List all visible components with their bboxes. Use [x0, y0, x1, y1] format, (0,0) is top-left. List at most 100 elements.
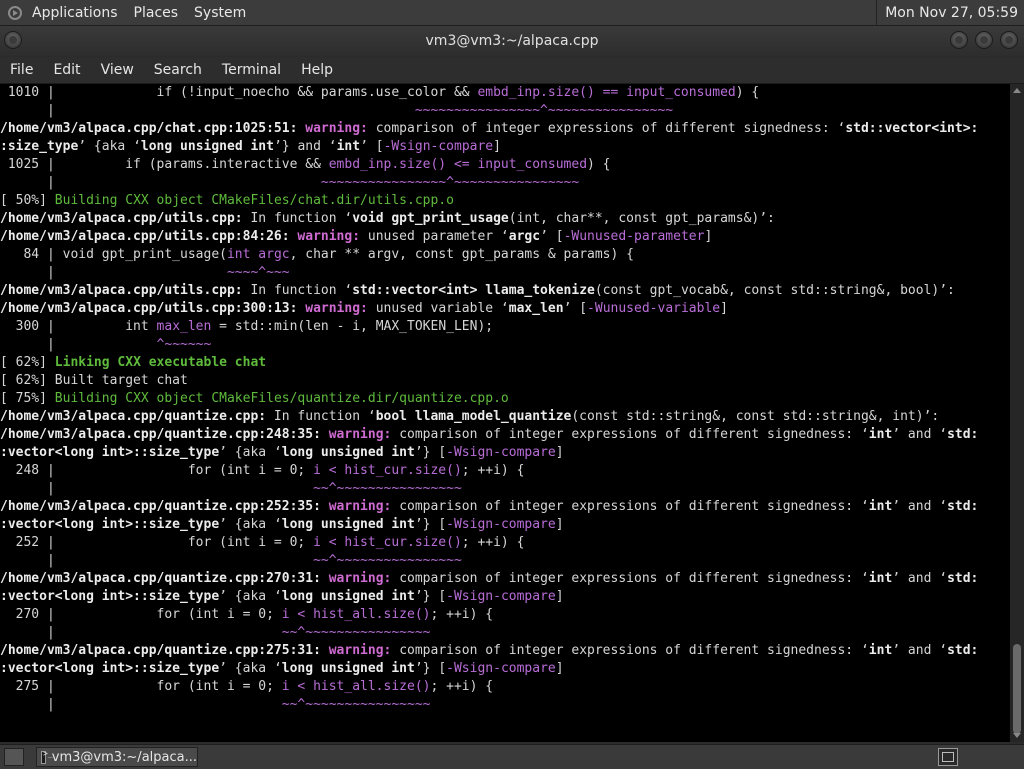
terminal-text: ) { [735, 85, 760, 100]
terminal-line: :vector<long int>::size_type’ {aka ‘long… [0, 444, 1010, 462]
terminal-text: | [0, 103, 415, 118]
terminal-text: /home/vm3/alpaca.cpp/quantize.cpp:275:31… [0, 643, 329, 658]
terminal-text: int [868, 499, 893, 514]
terminal-line: 1010 | if (!input_noecho && params.use_c… [0, 84, 1010, 102]
window-title: vm3@vm3:~/alpaca.cpp [425, 33, 599, 49]
terminal-text: i < hist_cur.size() [313, 535, 462, 550]
menu-help[interactable]: Help [291, 57, 343, 83]
menu-file[interactable]: File [0, 57, 43, 83]
terminal-text: | [0, 697, 282, 712]
workspace-switcher-icon[interactable] [938, 748, 958, 766]
terminal-text: warning: [328, 427, 400, 442]
terminal-text: ] [555, 517, 564, 532]
terminal-text: -Wsign-compare [446, 661, 556, 676]
terminal-text: max_len [156, 319, 212, 334]
terminal-text: warning: [328, 571, 400, 586]
terminal-text: ’ {aka ‘ [219, 589, 282, 604]
terminal-text: Linking CXX executable chat [54, 355, 267, 370]
terminal-line: | ~~~~^~~~ [0, 264, 1010, 282]
terminal-text: [ 62%] Built target chat [0, 373, 188, 388]
terminal-text: long unsigned int [281, 517, 415, 532]
window-menu-icon[interactable] [4, 31, 22, 49]
terminal-text: ’ and ‘ [892, 571, 948, 586]
scroll-down-icon[interactable] [1013, 733, 1021, 738]
terminal-line: [ 62%] Built target chat [0, 372, 1010, 390]
terminal-text: bool llama_model_quantize [375, 409, 572, 424]
terminal-text: , char ** argv, const gpt_params & param… [289, 247, 634, 262]
menu-search[interactable]: Search [144, 57, 212, 83]
terminal-text: /home/vm3/alpaca.cpp/utils.cpp: [0, 211, 243, 226]
terminal-icon [41, 749, 52, 764]
terminal-text: In function ‘ [242, 283, 353, 298]
terminal-text: ’ and ‘ [892, 643, 948, 658]
terminal-text: std: [947, 571, 979, 586]
taskbar-label: vm3@vm3:~/alpaca... [51, 749, 197, 765]
terminal-text: /home/vm3/alpaca.cpp/quantize.cpp:252:35… [0, 499, 329, 514]
terminal-text: warning: [328, 499, 400, 514]
menu-edit[interactable]: Edit [43, 57, 90, 83]
terminal-text: comparison of integer expressions of dif… [375, 121, 846, 136]
terminal-text: std: [947, 427, 979, 442]
terminal-text: comparison of integer expressions of dif… [399, 499, 869, 514]
terminal-text: int [868, 643, 893, 658]
terminal-text: ~~~~~~~~~~~~~~~~^~~~~~~~~~~~~~~~~ [414, 103, 674, 118]
menu-view[interactable]: View [91, 57, 144, 83]
terminal-scrollbar[interactable] [1010, 84, 1024, 742]
terminal-text: int [868, 571, 893, 586]
terminal-line: /home/vm3/alpaca.cpp/utils.cpp:84:26: wa… [0, 228, 1010, 246]
maximize-icon[interactable] [975, 31, 993, 49]
terminal-text: max_len [508, 301, 564, 316]
terminal-text: (const gpt_vocab&, const std::string&, b… [594, 283, 955, 298]
terminal-text: ~~^~~~~~~~~~~~~~~~~ [313, 481, 462, 496]
terminal-text: Building CXX object CMakeFiles/chat.dir/… [54, 193, 454, 208]
terminal-text: std::vector<int>: [845, 121, 979, 136]
menu-applications[interactable]: Applications [24, 0, 126, 25]
terminal-text: ~~^~~~~~~~~~~~~~~~~ [313, 553, 462, 568]
terminal-text: unused parameter ‘ [367, 229, 509, 244]
terminal-text: embd_inp.size() == input_consumed [477, 85, 736, 100]
terminal-line: | ~~^~~~~~~~~~~~~~~~~ [0, 696, 1010, 714]
terminal-line: 300 | int max_len = std::min(len - i, MA… [0, 318, 1010, 336]
taskbar-terminal-button[interactable]: vm3@vm3:~/alpaca... [36, 747, 198, 767]
terminal-line: 248 | for (int i = 0; i < hist_cur.size(… [0, 462, 1010, 480]
terminal-text: warning: [305, 121, 376, 136]
terminal-text: :size_type [0, 139, 79, 154]
terminal-line: /home/vm3/alpaca.cpp/quantize.cpp:248:35… [0, 426, 1010, 444]
close-icon[interactable] [1000, 31, 1018, 49]
terminal-text: :vector<long int>::size_type [0, 589, 220, 604]
menu-terminal[interactable]: Terminal [212, 57, 291, 83]
terminal-text: | [0, 337, 157, 352]
terminal-text: ~~~~^~~~ [226, 265, 290, 280]
terminal-line: /home/vm3/alpaca.cpp/utils.cpp: In funct… [0, 282, 1010, 300]
scroll-thumb[interactable] [1013, 644, 1021, 734]
terminal-text: -Wsign-compare [446, 589, 556, 604]
show-desktop-button[interactable] [4, 748, 24, 766]
terminal-text: ) { [587, 157, 611, 172]
terminal-text: /home/vm3/alpaca.cpp/quantize.cpp: [0, 409, 267, 424]
terminal-text: ] [493, 139, 501, 154]
terminal-text: 1025 | if (params.interactive && [0, 157, 329, 172]
terminal-line: | ^~~~~~~ [0, 336, 1010, 354]
minimize-icon[interactable] [950, 31, 968, 49]
terminal-line: :vector<long int>::size_type’ {aka ‘long… [0, 516, 1010, 534]
terminal-text: 300 | int [0, 319, 157, 334]
terminal-text: unused variable ‘ [375, 301, 509, 316]
menu-places[interactable]: Places [126, 0, 187, 25]
clock[interactable]: Mon Nov 27, 05:59 [876, 0, 1024, 25]
terminal-line: /home/vm3/alpaca.cpp/utils.cpp:300:13: w… [0, 300, 1010, 318]
terminal-text: ; ++i) { [461, 463, 525, 478]
window-titlebar[interactable]: vm3@vm3:~/alpaca.cpp [0, 26, 1024, 56]
terminal-text: warning: [305, 301, 376, 316]
terminal-text: ’} [ [414, 517, 447, 532]
terminal-text: /home/vm3/alpaca.cpp/utils.cpp: [0, 283, 243, 298]
terminal-text: ’ {aka ‘ [219, 517, 282, 532]
terminal-text: embd_inp.size() <= input_consumed [328, 157, 588, 172]
menu-system[interactable]: System [186, 0, 254, 25]
gnome-foot-icon[interactable] [8, 5, 22, 20]
terminal-text: i < hist_all.size() [281, 679, 431, 694]
terminal-text: -Wunused-parameter [563, 229, 705, 244]
terminal-text: ’ and ‘ [892, 499, 948, 514]
terminal-output[interactable]: 1010 | if (!input_noecho && params.use_c… [0, 84, 1010, 742]
terminal-text: ~~~~~~~~~~~~~~~~^~~~~~~~~~~~~~~~~ [320, 175, 580, 190]
scroll-up-icon[interactable] [1013, 88, 1021, 93]
